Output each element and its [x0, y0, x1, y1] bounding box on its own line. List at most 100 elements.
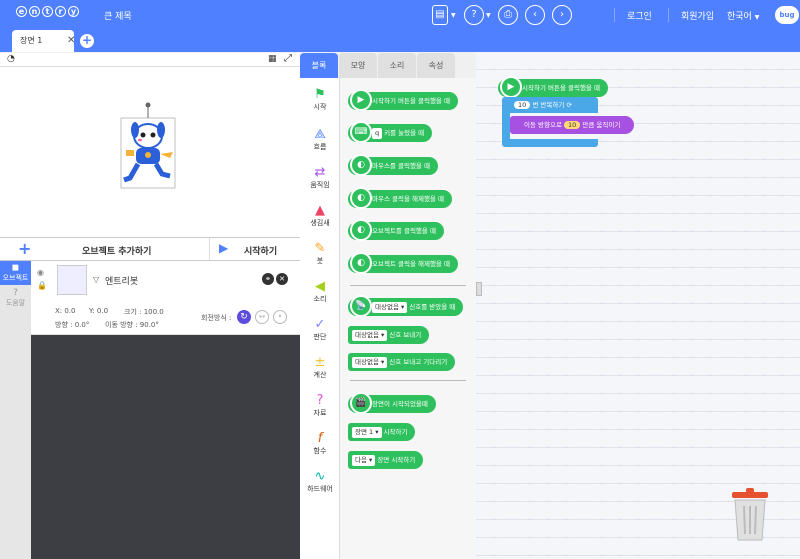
block-label: 번 반복하기 [532, 101, 565, 109]
block-send-signal-and-wait[interactable]: 대상없음 ▾ 신호 보내고 기다리기 [348, 353, 456, 371]
entry-logo[interactable]: e n t r y [16, 6, 79, 24]
category-label: 함수 [313, 447, 327, 455]
category-data[interactable]: ? 자료 [300, 386, 340, 424]
block-when-mouse-clicked[interactable]: ◐ 마우스를 클릭했을 때 [348, 154, 438, 176]
category-sound[interactable]: ◀ 소리 [300, 272, 340, 310]
block-palette: ▶ 시작하기 버튼을 클릭했을 때 ⌨ q 키를 눌렀을 때 ◐ 마우스를 클릭했을 때… [340, 78, 476, 559]
signal-dropdown[interactable]: 대상없음 ▾ [352, 330, 388, 341]
chevron-down-icon[interactable]: ▽ [93, 275, 99, 284]
category-brush[interactable]: ✎ 붓 [300, 234, 340, 272]
flag-icon: ⚑ [314, 87, 326, 102]
signal-dropdown[interactable]: 대상없음 ▾ [372, 302, 408, 313]
block-send-signal[interactable]: 대상없음 ▾ 신호 보내기 [348, 326, 430, 344]
dropdown-value: 대상없음 [375, 303, 399, 311]
category-looks[interactable]: ▲ 생김새 [300, 196, 340, 234]
block-when-object-released[interactable]: ◐ 오브젝트 클릭을 해제했을 때 [348, 252, 458, 274]
trash-icon[interactable] [730, 486, 770, 542]
category-move[interactable]: ⇄ 움직임 [300, 158, 340, 196]
key-dropdown[interactable]: q [372, 128, 383, 139]
signal-icon: 📡 [350, 295, 372, 317]
block-when-key-pressed[interactable]: ⌨ q 키를 눌렀을 때 [348, 121, 433, 143]
block-when-object-clicked[interactable]: ◐ 오브젝트를 클릭했을 때 [348, 219, 444, 241]
object-name[interactable]: 엔트리봇 [105, 274, 138, 287]
help-icon[interactable]: ? [464, 5, 484, 25]
move-value[interactable]: 10 [564, 121, 581, 129]
looks-icon: ▲ [315, 203, 325, 218]
play-icon: ▶ [500, 76, 522, 98]
add-scene-button[interactable]: + [80, 34, 94, 48]
logo-letter: t [42, 6, 53, 17]
close-icon[interactable]: ✕ [276, 273, 288, 285]
block-when-mouse-released[interactable]: ◐ 마우스 클릭을 해제했을 때 [348, 187, 452, 209]
fullscreen-icon[interactable]: ⤢ [284, 53, 292, 64]
scene-dropdown[interactable]: 장면 1 ▾ [352, 427, 382, 438]
chevron-down-icon[interactable]: ▼ [486, 12, 491, 19]
divider [668, 8, 669, 22]
chevron-down-icon[interactable]: ▼ [451, 12, 456, 19]
scene-tab-label: 장면 1 [20, 36, 43, 45]
grid-icon[interactable]: ▦ [268, 54, 277, 64]
object-toolbar: + 오브젝트 추가하기 ▶ 시작하기 [0, 237, 300, 261]
redo-icon[interactable]: › [552, 5, 572, 25]
tab-scene-1[interactable]: 장면 1 ✕ [12, 30, 75, 52]
next-dropdown[interactable]: 다음 ▾ [352, 455, 376, 466]
rotate-none-icon[interactable]: • [273, 310, 287, 324]
category-hardware[interactable]: ∿ 하드웨어 [300, 462, 340, 500]
calc-icon: ± [314, 355, 326, 370]
lock-icon[interactable]: 🔒 [37, 281, 47, 290]
block-start-scene[interactable]: 장면 1 ▾ 시작하기 [348, 423, 416, 441]
close-icon[interactable]: ✕ [67, 30, 75, 52]
category-calc[interactable]: ± 계산 [300, 348, 340, 386]
project-title[interactable]: 큰 제목 [104, 9, 132, 22]
palette-resize-handle[interactable] [476, 282, 482, 296]
start-label: 시작하기 [244, 247, 278, 257]
entrybot-sprite[interactable] [118, 100, 178, 190]
block-label: 신호 보내고 기다리기 [389, 358, 448, 366]
language-select[interactable]: 한국어 ▼ [727, 9, 759, 22]
category-label: 붓 [316, 257, 324, 265]
divider [614, 8, 615, 22]
speed-icon[interactable]: ◔ [7, 54, 15, 64]
workspace-block-when-start-clicked[interactable]: ▶ 시작하기 버튼을 클릭했을 때 [498, 76, 608, 98]
bug-report-button[interactable]: bug [775, 6, 799, 24]
tab-properties[interactable]: 속성 [417, 53, 455, 78]
tab-help[interactable]: ? 도움말 [0, 288, 31, 312]
category-function[interactable]: f 함수 [300, 424, 340, 462]
start-button[interactable]: ▶ 시작하기 [211, 238, 300, 260]
eye-icon[interactable]: ◉ [37, 268, 44, 277]
block-label: 시작하기 버튼을 클릭했을 때 [372, 97, 450, 105]
rotate-free-icon[interactable]: ↻ [237, 310, 251, 324]
undo-icon[interactable]: ‹ [525, 5, 545, 25]
plus-icon: + [18, 239, 32, 258]
tab-blocks[interactable]: 블록 [300, 53, 338, 78]
tab-object[interactable]: ◼ 오브젝트 [0, 261, 31, 285]
category-label: 계산 [313, 371, 327, 379]
add-object-button[interactable]: + 오브젝트 추가하기 [0, 238, 210, 260]
tab-shape[interactable]: 모양 [339, 53, 377, 78]
category-start[interactable]: ⚑ 시작 [300, 80, 340, 120]
block-when-start-clicked[interactable]: ▶ 시작하기 버튼을 클릭했을 때 [348, 89, 458, 111]
workspace-move-block[interactable]: 이동 방향으로 10 만큼 움직이기 [510, 116, 635, 134]
rotate-horizontal-icon[interactable]: ↔ [255, 310, 269, 324]
file-icon[interactable]: ▤ [432, 5, 448, 25]
object-list-item[interactable]: ◉ 🔒 ▽ 엔트리봇 ⚭ ✕ X: 0.0 Y: 0.0 크기 : 100.0 … [31, 261, 300, 335]
category-flow[interactable]: ⟁ 흐름 [300, 120, 340, 158]
category-label: 시작 [313, 103, 327, 111]
block-when-signal-received[interactable]: 📡 대상없음 ▾ 신호를 받았을 때 [348, 295, 464, 317]
repeat-count[interactable]: 10 [514, 101, 531, 109]
block-start-next-scene[interactable]: 다음 ▾ 장면 시작하기 [348, 451, 424, 469]
signal-dropdown[interactable]: 대상없음 ▾ [352, 357, 388, 368]
mouse-icon: ◐ [350, 154, 372, 176]
category-judge[interactable]: ✓ 판단 [300, 310, 340, 348]
link-icon[interactable]: ⚭ [262, 273, 274, 285]
block-label: 키를 눌렀을 때 [384, 129, 425, 137]
object-x: X: 0.0 [55, 307, 76, 315]
judge-icon: ✓ [314, 317, 326, 332]
print-icon[interactable]: ⎙ [498, 5, 518, 25]
block-label: 신호 보내기 [389, 331, 422, 339]
palette-divider [350, 285, 466, 286]
signup-link[interactable]: 회원가입 [681, 9, 714, 22]
login-link[interactable]: 로그인 [627, 9, 652, 22]
tab-sound[interactable]: 소리 [378, 53, 416, 78]
block-when-scene-started[interactable]: 🎬 장면이 시작되었을때 [348, 392, 436, 414]
